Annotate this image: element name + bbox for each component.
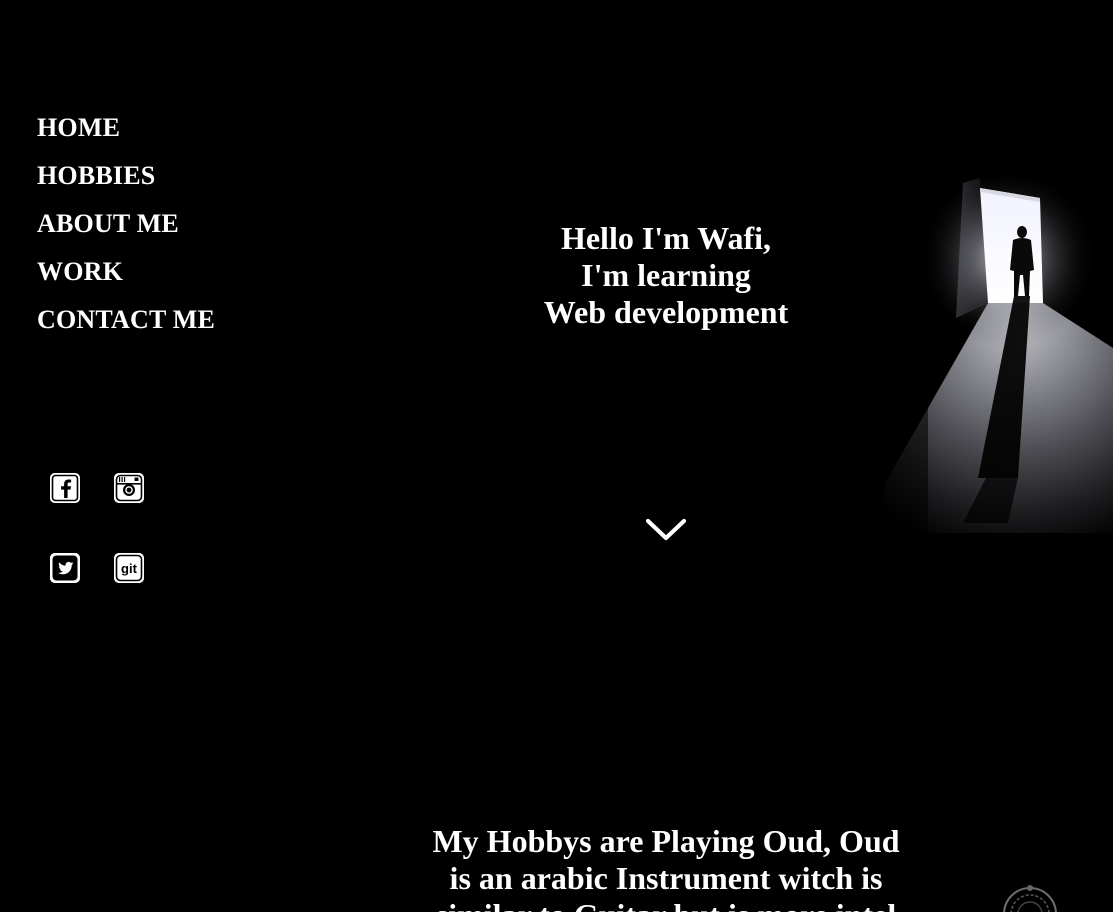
hero-line: Hello I'm Wafi, — [560, 220, 772, 256]
facebook-icon — [50, 473, 80, 503]
page: HOME HOBBIES ABOUT ME WORK CONTACT ME gi… — [0, 0, 1113, 912]
nav-hobbies[interactable]: HOBBIES — [37, 152, 215, 200]
nav-contact-me[interactable]: CONTACT ME — [37, 296, 215, 344]
svg-text:git: git — [121, 561, 138, 576]
twitter-link[interactable] — [50, 553, 80, 583]
hobbies-line: similar to Guitar but is more intel — [418, 897, 914, 912]
hero-image-man-in-doorway — [868, 178, 1113, 533]
nav-home[interactable]: HOME — [37, 104, 215, 152]
main-nav: HOME HOBBIES ABOUT ME WORK CONTACT ME — [37, 104, 215, 344]
instagram-link[interactable] — [114, 473, 144, 503]
hero-line: I'm learning — [581, 257, 751, 293]
nav-about-me[interactable]: ABOUT ME — [37, 200, 215, 248]
hobbies-line: is an arabic Instrument witch is — [449, 860, 883, 896]
oud-ornament-image — [985, 884, 1075, 912]
nav-work[interactable]: WORK — [37, 248, 215, 296]
facebook-link[interactable] — [50, 473, 80, 503]
instagram-icon — [114, 473, 144, 503]
twitter-icon — [50, 553, 80, 583]
social-links: git — [50, 473, 160, 593]
git-icon: git — [114, 553, 144, 583]
git-link[interactable]: git — [114, 553, 144, 583]
hobbies-paragraph: My Hobbys are Playing Oud, Oud is an ara… — [418, 823, 914, 912]
hobbies-line: My Hobbys are Playing Oud, Oud — [432, 823, 900, 859]
scroll-down-chevron-icon[interactable] — [645, 517, 687, 543]
hero-heading: Hello I'm Wafi, I'm learning Web develop… — [466, 220, 866, 331]
hero-line: Web development — [543, 294, 789, 330]
